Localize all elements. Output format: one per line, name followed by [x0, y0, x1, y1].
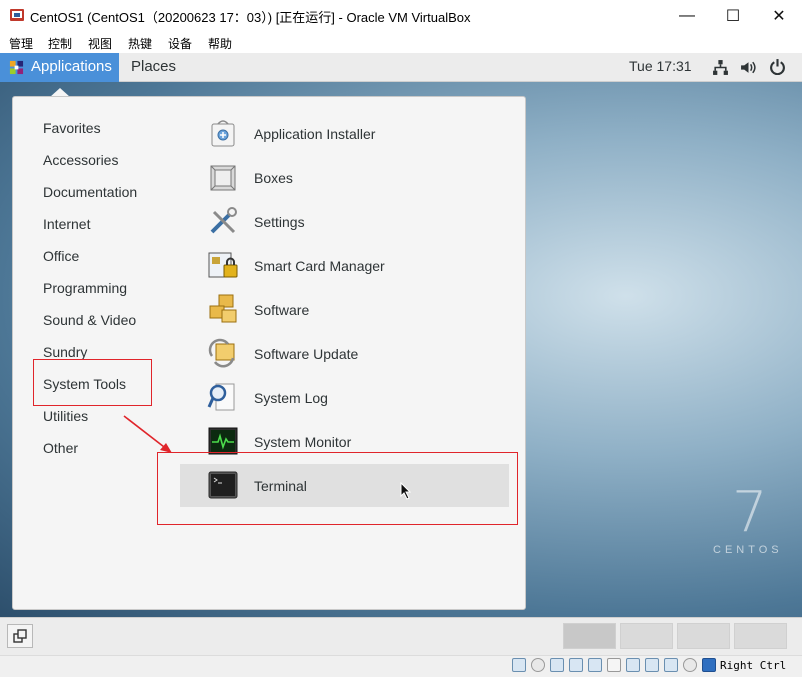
workspace-4[interactable] [734, 623, 787, 649]
software-packages-icon [209, 294, 237, 323]
app-application-installer[interactable]: Application Installer [254, 126, 375, 142]
window-list-icon [13, 629, 27, 643]
app-boxes[interactable]: Boxes [254, 170, 293, 186]
virtualbox-app-icon [10, 9, 24, 21]
category-utilities[interactable]: Utilities [43, 408, 88, 424]
category-accessories[interactable]: Accessories [43, 152, 118, 168]
optical-drive-status-icon[interactable] [531, 658, 545, 672]
app-system-log[interactable]: System Log [254, 390, 328, 406]
system-log-icon [207, 383, 235, 411]
places-menu-button[interactable]: Places [131, 58, 176, 75]
vbox-statusbar [0, 655, 802, 677]
centos-logo-icon [9, 60, 24, 75]
boxes-icon [210, 165, 236, 191]
recording-status-icon[interactable] [645, 658, 659, 672]
close-button[interactable]: ✕ [756, 0, 802, 31]
volume-icon[interactable] [740, 59, 757, 76]
workspace-3[interactable] [677, 623, 730, 649]
show-desktop-button[interactable] [7, 624, 33, 648]
app-settings[interactable]: Settings [254, 214, 305, 230]
workspace-2[interactable] [620, 623, 673, 649]
category-office[interactable]: Office [43, 248, 79, 264]
display-status-icon[interactable] [626, 658, 640, 672]
workspace-1[interactable] [563, 623, 616, 649]
host-key-label: Right Ctrl [720, 659, 787, 672]
annotation-box-terminal [157, 452, 518, 525]
vbox-menubar [0, 31, 802, 53]
app-system-monitor[interactable]: System Monitor [254, 434, 351, 450]
usb-status-icon[interactable] [588, 658, 602, 672]
category-sundry[interactable]: Sundry [43, 344, 87, 360]
clock[interactable]: Tue 17:31 [629, 58, 692, 74]
settings-tools-icon [210, 207, 237, 234]
network-icon[interactable] [712, 59, 729, 76]
annotation-box-system-tools [33, 359, 152, 406]
network-status-icon[interactable] [569, 658, 583, 672]
annotation-arrow [123, 415, 172, 453]
centos-logo-number: 7 [732, 480, 768, 545]
category-sound-video[interactable]: Sound & Video [43, 312, 136, 328]
category-other[interactable]: Other [43, 440, 78, 456]
menu-view[interactable]: 视图 [88, 35, 112, 52]
mouse-integration-status-icon[interactable] [683, 658, 697, 672]
app-smart-card-manager[interactable]: Smart Card Manager [254, 258, 385, 274]
window-title: CentOS1 (CentOS1（20200623 17：03）) [正在运行]… [30, 10, 471, 25]
vt-x-status-icon[interactable] [664, 658, 678, 672]
category-programming[interactable]: Programming [43, 280, 127, 296]
power-icon[interactable] [769, 58, 786, 75]
maximize-button[interactable]: ☐ [710, 0, 756, 31]
minimize-button[interactable]: — [664, 0, 710, 31]
harddisk-status-icon[interactable] [512, 658, 526, 672]
centos-logo-text: CENTOS [713, 544, 783, 556]
application-installer-icon [211, 120, 235, 147]
app-software[interactable]: Software [254, 302, 309, 318]
keyboard-capture-status-icon[interactable] [702, 658, 716, 672]
software-update-icon [208, 338, 235, 368]
applications-menu-button[interactable]: Applications [0, 53, 119, 82]
menu-help[interactable]: 帮助 [208, 35, 232, 52]
shared-folders-status-icon[interactable] [607, 658, 621, 672]
menu-manage[interactable]: 管理 [9, 35, 33, 52]
applications-label: Applications [31, 58, 112, 75]
category-internet[interactable]: Internet [43, 216, 90, 232]
smart-card-icon [208, 252, 238, 278]
category-documentation[interactable]: Documentation [43, 184, 137, 200]
category-favorites[interactable]: Favorites [43, 120, 101, 136]
app-software-update[interactable]: Software Update [254, 346, 358, 362]
menu-devices[interactable]: 设备 [168, 35, 192, 52]
audio-status-icon[interactable] [550, 658, 564, 672]
menu-control[interactable]: 控制 [48, 35, 72, 52]
menu-hotkeys[interactable]: 热键 [128, 35, 152, 52]
